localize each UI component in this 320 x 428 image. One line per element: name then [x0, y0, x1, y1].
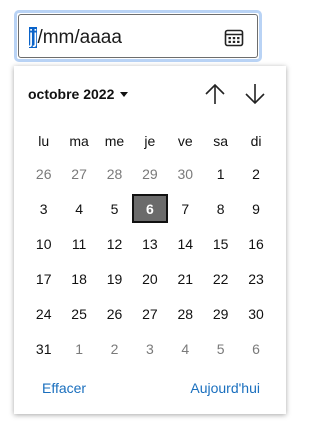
calendar-day[interactable]: 28 — [97, 159, 132, 188]
calendar-day[interactable]: 10 — [26, 229, 61, 258]
calendar-day[interactable]: 24 — [26, 299, 61, 328]
calendar-day[interactable]: 6 — [238, 334, 273, 363]
month-year-select[interactable]: octobre 2022 — [28, 86, 129, 102]
calendar-day[interactable]: 26 — [97, 299, 132, 328]
calendar-day[interactable]: 3 — [26, 194, 61, 223]
calendar-day[interactable]: 3 — [132, 334, 167, 363]
clear-button[interactable]: Effacer — [42, 380, 86, 396]
calendar-day[interactable]: 31 — [26, 334, 61, 363]
calendar-day[interactable]: 23 — [238, 264, 273, 293]
calendar-day[interactable]: 5 — [97, 194, 132, 223]
calendar-day[interactable]: 9 — [238, 194, 273, 223]
calendar-day[interactable]: 8 — [203, 194, 238, 223]
weekday-label: ma — [69, 133, 89, 149]
calendar-day[interactable]: 1 — [203, 159, 238, 188]
weekday-header: lu ma me je ve sa di — [26, 126, 274, 156]
calendar-day[interactable]: 27 — [132, 299, 167, 328]
calendar-day[interactable]: 7 — [168, 194, 203, 223]
calendar-day[interactable]: 12 — [97, 229, 132, 258]
calendar-day[interactable]: 11 — [61, 229, 96, 258]
calendar-grid: lu ma me je ve sa di 26 27 28 29 30 1 2 3 4 5 6 7 8 9… — [26, 126, 274, 366]
calendar-day[interactable]: 26 — [26, 159, 61, 188]
calendar-day[interactable]: 17 — [26, 264, 61, 293]
calendar-day[interactable]: 15 — [203, 229, 238, 258]
calendar-day[interactable]: 2 — [238, 159, 273, 188]
calendar-day[interactable]: 22 — [203, 264, 238, 293]
calendar-day[interactable]: 29 — [203, 299, 238, 328]
calendar-week-row: 31 1 2 3 4 5 6 — [26, 331, 274, 366]
calendar-day[interactable]: 21 — [168, 264, 203, 293]
calendar-day[interactable]: 5 — [203, 334, 238, 363]
calendar-day[interactable]: 2 — [97, 334, 132, 363]
calendar-day[interactable]: 4 — [61, 194, 96, 223]
calendar-day[interactable]: 1 — [61, 334, 96, 363]
calendar-week-row: 10 11 12 13 14 15 16 — [26, 226, 274, 261]
calendar-day[interactable]: 13 — [132, 229, 167, 258]
calendar-day[interactable]: 19 — [97, 264, 132, 293]
calendar-day[interactable]: 20 — [132, 264, 167, 293]
calendar-week-row: 17 18 19 20 21 22 23 — [26, 261, 274, 296]
calendar-day-today[interactable]: 6 — [132, 194, 168, 223]
date-field-text[interactable]: jj/mm/aaaa — [29, 25, 122, 51]
weekday-label: je — [144, 133, 156, 149]
date-field[interactable]: jj/mm/aaaa — [14, 10, 262, 62]
calendar-week-row: 26 27 28 29 30 1 2 — [26, 156, 274, 191]
weekday-label: ve — [177, 133, 193, 149]
calendar-day[interactable]: 14 — [168, 229, 203, 258]
calendar-day[interactable]: 27 — [61, 159, 96, 188]
calendar-day[interactable]: 30 — [168, 159, 203, 188]
calendar-day[interactable]: 25 — [61, 299, 96, 328]
arrow-up-icon[interactable] — [202, 80, 228, 108]
arrow-down-icon[interactable] — [242, 80, 268, 108]
calendar-day[interactable]: 16 — [238, 229, 273, 258]
calendar-week-row: 3456789 — [26, 191, 274, 226]
today-button[interactable]: Aujourd'hui — [190, 380, 260, 396]
calendar-weeks: 26 27 28 29 30 1 2 3 4 5 6 7 8 9 10 11 12 13 14 15 16 17 18 19 2… — [26, 156, 274, 366]
weekday-label: lu — [38, 133, 50, 149]
calendar-week-row: 24 25 26 27 28 29 30 — [26, 296, 274, 331]
calendar-day[interactable]: 28 — [168, 299, 203, 328]
calendar-day[interactable]: 4 — [168, 334, 203, 363]
weekday-label: sa — [213, 133, 229, 149]
calendar-day[interactable]: 30 — [238, 299, 273, 328]
calendar-icon[interactable] — [223, 27, 245, 49]
caret-down-icon — [120, 91, 129, 97]
calendar-day[interactable]: 18 — [61, 264, 96, 293]
weekday-label: di — [250, 133, 262, 149]
month-year-label: octobre 2022 — [28, 86, 115, 102]
date-format-rest[interactable]: /mm/aaaa — [37, 27, 121, 48]
calendar-day[interactable]: 29 — [132, 159, 167, 188]
date-picker-popup: octobre 2022 lu ma me je ve sa di 26 27 28… — [14, 66, 286, 414]
weekday-label: me — [104, 133, 125, 149]
